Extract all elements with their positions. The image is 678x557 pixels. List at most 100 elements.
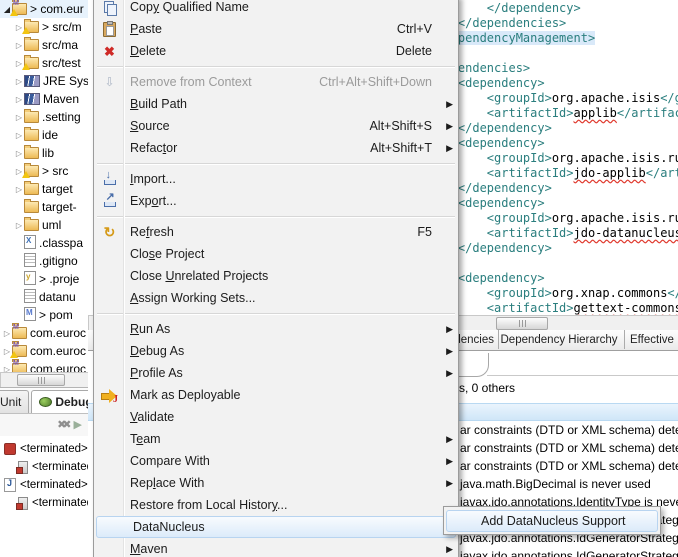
debug-launch-row[interactable]: <terminated> (0, 458, 88, 476)
editor-line[interactable]: </dependency> (429, 1, 678, 16)
tree-item-src[interactable]: ▷> src (0, 162, 88, 180)
tree-item-com-euroc[interactable]: ▷com.euroc (0, 342, 88, 360)
view-tab-unit[interactable]: Unit (0, 390, 29, 413)
menu-item-debug-as[interactable]: Debug As▶ (94, 340, 458, 362)
editor-line[interactable]: <dependency> (429, 271, 678, 286)
menu-shortcut: F5 (417, 225, 432, 239)
menu-item-label: Validate (123, 410, 432, 424)
menu-separator (94, 159, 458, 168)
tree-item-pom[interactable]: M> pom (0, 306, 88, 324)
view-tab-debug[interactable]: Debug (31, 390, 89, 413)
tree-item-ide[interactable]: ▷ide (0, 126, 88, 144)
debug-launch-list: <terminated><terminated><terminated><ter… (0, 436, 88, 512)
menu-item-run-as[interactable]: Run As ▶ (94, 318, 458, 340)
editor-line[interactable]: <groupId>org.xnap.commons</groupId> (429, 286, 678, 301)
tree-item-com-eur[interactable]: ◢> com.eur (0, 0, 88, 18)
editor-line[interactable]: <dependencies> (429, 61, 678, 76)
tree-item-src-test[interactable]: ▷src/test (0, 54, 88, 72)
editor-line[interactable] (429, 46, 678, 61)
menu-item-export[interactable]: ↗Export... (94, 190, 458, 212)
menu-item-label: Run As (123, 322, 432, 336)
tree-item-target[interactable]: target- (0, 198, 88, 216)
expand-arrow-icon[interactable]: ▷ (14, 41, 24, 50)
editor-line[interactable]: <dependency> (429, 76, 678, 91)
tree-item-setting[interactable]: ▷.setting (0, 108, 88, 126)
editor-tab-effective-pom[interactable]: Effective POM (624, 330, 678, 349)
menu-item-import[interactable]: ↓Import... (94, 168, 458, 190)
menu-item-refactor[interactable]: RefactorAlt+Shift+T▶ (94, 137, 458, 159)
editor-line[interactable]: <groupId>org.apache.isis.runtim (429, 151, 678, 166)
tree-item-maven[interactable]: ▷Maven (0, 90, 88, 108)
debug-launch-row[interactable]: <terminated> (0, 440, 88, 458)
menu-item-refresh[interactable]: ↻RefreshF5 (94, 221, 458, 243)
editor-line[interactable]: </dependency> (429, 121, 678, 136)
tree-item-com-euroc[interactable]: ▷com.euroc (0, 360, 88, 372)
editor-line[interactable]: </dependencyManagement> (429, 31, 678, 46)
tree-item-jre-sys[interactable]: ▷JRE Sys (0, 72, 88, 90)
tree-item-com-euroc[interactable]: ▷com.euroc (0, 324, 88, 342)
submenu-arrow-icon: ▶ (444, 324, 453, 335)
editor-tab-dependency-hierarchy[interactable]: Dependency Hierarchy (494, 330, 625, 349)
expand-arrow-icon[interactable]: ▷ (2, 365, 12, 373)
expand-arrow-icon[interactable]: ▷ (2, 329, 12, 338)
remove-all-terminated-icon[interactable]: ✖✖ (57, 420, 67, 431)
debug-launch-row[interactable]: <terminated> (0, 494, 88, 512)
tree-item-lib[interactable]: ▷lib (0, 144, 88, 162)
menu-item-maven[interactable]: Maven▶ (94, 538, 458, 557)
tree-item-src-ma[interactable]: ▷src/ma (0, 36, 88, 54)
tree-item-gitigno[interactable]: .gitigno (0, 252, 88, 270)
tree-item-classpa[interactable]: X.classpa (0, 234, 88, 252)
tree-item-target[interactable]: ▷target (0, 180, 88, 198)
expand-arrow-icon[interactable]: ▷ (14, 185, 24, 194)
tree-item-datanu[interactable]: datanu (0, 288, 88, 306)
tree-item-uml[interactable]: ▷uml (0, 216, 88, 234)
menu-item-add-datanucleus-support[interactable]: Add DataNucleus Support (446, 510, 658, 532)
menu-item-close-unrelated-projects[interactable]: Close Unrelated Projects (94, 265, 458, 287)
tree-item-proje[interactable]: y> .proje (0, 270, 88, 288)
menu-item-label: Close Unrelated Projects (123, 269, 432, 283)
expand-arrow-icon[interactable]: ▷ (14, 77, 24, 86)
editor-line[interactable]: <dependency> (429, 196, 678, 211)
editor-line[interactable]: <artifactId>gettext-commons</artifactId> (429, 301, 678, 315)
xml-editor-content[interactable]: </dependency> </dependencies></dependenc… (429, 1, 678, 315)
editor-line[interactable]: </dependencies> (429, 16, 678, 31)
project-explorer-hscrollbar[interactable] (0, 372, 90, 388)
expand-arrow-icon[interactable]: ▷ (14, 131, 24, 140)
menu-item-team[interactable]: Team▶ (94, 428, 458, 450)
menu-item-validate[interactable]: Validate (94, 406, 458, 428)
menu-item-paste[interactable]: PasteCtrl+V (94, 18, 458, 40)
expand-arrow-icon[interactable]: ▷ (14, 95, 24, 104)
scrollbar-thumb[interactable] (496, 317, 548, 330)
editor-line[interactable]: <artifactId>jdo-applib</artifactId> (429, 166, 678, 181)
editor-line[interactable]: <artifactId>jdo-datanucleus</artifactId> (429, 226, 678, 241)
menu-item-datanucleus[interactable]: DataNucleus▶ (96, 516, 456, 538)
editor-line[interactable]: <groupId>org.apache.isis</groupId> (429, 91, 678, 106)
expand-arrow-icon[interactable]: ▷ (14, 221, 24, 230)
scrollbar-thumb[interactable] (17, 374, 65, 386)
editor-line[interactable]: </dependency> (429, 181, 678, 196)
menu-item-close-project[interactable]: Close Project (94, 243, 458, 265)
editor-line[interactable]: <artifactId>applib</artifactId> (429, 106, 678, 121)
menu-item-restore-from-local-history[interactable]: Restore from Local History... (94, 494, 458, 516)
resume-icon[interactable]: ▶ (74, 420, 82, 431)
menu-shortcut: Ctrl+V (397, 22, 432, 36)
menu-item-copy-qualified-name[interactable]: Copy Qualified Name (94, 0, 458, 18)
mvnproj-icon (12, 361, 27, 373)
menu-item-profile-as[interactable]: Profile As▶ (94, 362, 458, 384)
menu-item-compare-with[interactable]: Compare With▶ (94, 450, 458, 472)
editor-line[interactable]: <dependency> (429, 136, 678, 151)
menu-item-delete[interactable]: ✖DeleteDelete (94, 40, 458, 62)
debug-launch-row[interactable]: <terminated> (0, 476, 88, 494)
menu-item-assign-working-sets[interactable]: Assign Working Sets... (94, 287, 458, 309)
editor-line[interactable]: </dependency> (429, 241, 678, 256)
expand-arrow-icon[interactable]: ▷ (14, 149, 24, 158)
menu-item-build-path[interactable]: Build Path▶ (94, 93, 458, 115)
editor-line[interactable] (429, 256, 678, 271)
menu-item-source[interactable]: SourceAlt+Shift+S▶ (94, 115, 458, 137)
menu-item-replace-with[interactable]: Replace With▶ (94, 472, 458, 494)
menu-item-mark-as-deployable[interactable]: JMark as Deployable (94, 384, 458, 406)
expand-arrow-icon[interactable]: ▷ (14, 113, 24, 122)
tree-item-src-m[interactable]: ▷> src/m (0, 18, 88, 36)
eclipse-window: ◢> com.eur▷> src/m▷src/ma▷src/test▷JRE S… (0, 0, 678, 557)
editor-line[interactable]: <groupId>org.apache.isis.runtim (429, 211, 678, 226)
